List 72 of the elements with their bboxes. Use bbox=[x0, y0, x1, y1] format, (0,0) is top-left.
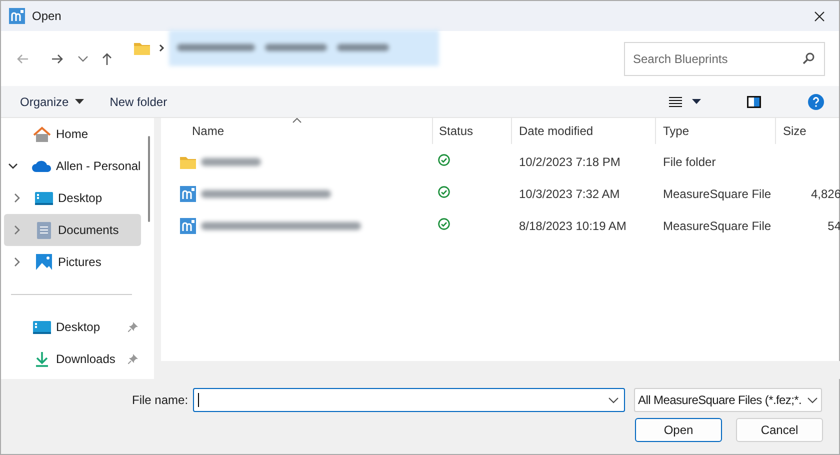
toolbar-button[interactable]: New folder bbox=[110, 92, 168, 110]
file-row[interactable]: 10/2/2023 7:18 PM File folder bbox=[161, 146, 840, 178]
dialog-button[interactable]: Open bbox=[635, 418, 722, 442]
file-icon bbox=[180, 218, 196, 234]
cloud-icon bbox=[32, 160, 52, 172]
app-logo-icon bbox=[9, 8, 25, 24]
document-icon bbox=[37, 222, 51, 238]
column-header[interactable]: Type bbox=[656, 118, 776, 144]
breadcrumb-separator-icon bbox=[159, 44, 165, 52]
sync-check-icon bbox=[438, 186, 450, 198]
chevron-right-icon bbox=[13, 193, 21, 203]
chevron-right-icon bbox=[13, 225, 21, 235]
desktop-icon bbox=[35, 192, 53, 204]
file-type-dropdown[interactable]: All MeasureSquare Files (*.fez;*. bbox=[634, 388, 822, 412]
chevron-down-icon bbox=[608, 397, 620, 404]
sidebar-item-label: Downloads bbox=[56, 351, 116, 368]
dropdown-caret-icon[interactable] bbox=[74, 99, 84, 104]
help-button[interactable] bbox=[808, 94, 824, 110]
sidebar-item[interactable]: Downloads bbox=[4, 343, 141, 375]
sidebar-item-label: Desktop bbox=[56, 319, 102, 336]
file-name-field[interactable] bbox=[193, 388, 626, 412]
toolbar-button[interactable]: Organize bbox=[20, 92, 84, 110]
sidebar-item-label: Home bbox=[56, 126, 90, 143]
date-cell-text: 8/18/2023 10:19 AM bbox=[518, 218, 628, 235]
sidebar-item[interactable]: Home bbox=[4, 118, 141, 150]
up-arrow-button[interactable] bbox=[100, 52, 114, 66]
sidebar-item-label: Allen - Personal bbox=[56, 158, 141, 175]
sidebar-item[interactable]: Allen - Personal bbox=[4, 150, 141, 182]
dropdown-caret-icon[interactable] bbox=[692, 99, 701, 104]
dialog-button[interactable]: Cancel bbox=[736, 418, 823, 442]
download-icon bbox=[34, 351, 50, 367]
chevron-down-icon[interactable] bbox=[807, 396, 818, 404]
scrollbar-thumb[interactable] bbox=[148, 136, 150, 222]
sidebar-item-label: Pictures bbox=[58, 254, 102, 271]
window-title: Open bbox=[32, 8, 62, 25]
sidebar-item[interactable]: Documents bbox=[4, 214, 141, 246]
file-icon bbox=[180, 186, 196, 202]
close-icon[interactable] bbox=[814, 10, 824, 22]
desktop-icon bbox=[33, 320, 51, 334]
folder-icon bbox=[180, 155, 196, 169]
column-header[interactable]: Name bbox=[161, 118, 433, 144]
search-field[interactable]: Search Blueprints bbox=[624, 42, 825, 76]
text-cursor bbox=[198, 393, 200, 407]
sidebar-item[interactable]: Desktop bbox=[4, 182, 141, 214]
list-view-icon[interactable] bbox=[669, 96, 682, 106]
blurred-file-name bbox=[201, 158, 261, 166]
picture-icon bbox=[36, 254, 52, 270]
home-icon bbox=[33, 126, 51, 142]
sidebar-item[interactable]: Desktop bbox=[4, 311, 141, 343]
sidebar-item[interactable]: Pictures bbox=[4, 246, 141, 278]
column-header[interactable]: Status bbox=[433, 118, 512, 144]
column-header[interactable]: Size bbox=[776, 118, 840, 144]
date-cell-text: 10/2/2023 7:18 PM bbox=[518, 154, 622, 171]
sync-check-icon bbox=[438, 218, 450, 230]
sidebar-item-label: Documents bbox=[58, 222, 120, 239]
type-cell-text: MeasureSquare File bbox=[662, 186, 772, 203]
forward-arrow-button[interactable] bbox=[50, 52, 64, 66]
preview-pane-button[interactable] bbox=[747, 96, 761, 108]
view-options-button[interactable] bbox=[669, 96, 701, 106]
blurred-address-path[interactable] bbox=[169, 30, 439, 66]
sync-check-icon bbox=[438, 154, 450, 166]
chevron-down-icon bbox=[8, 162, 18, 170]
date-cell-text: 10/3/2023 7:32 AM bbox=[518, 186, 621, 203]
type-cell-text: File folder bbox=[662, 154, 717, 171]
column-header[interactable]: Date modified bbox=[512, 118, 656, 144]
search-icon bbox=[802, 52, 815, 64]
folder-icon bbox=[134, 40, 150, 54]
sidebar-item-label: Desktop bbox=[58, 190, 104, 207]
type-cell-text: MeasureSquare File bbox=[662, 218, 772, 235]
chevron-right-icon bbox=[13, 257, 21, 267]
file-name-label: File name: bbox=[132, 392, 188, 409]
chevron-down-button[interactable] bbox=[78, 56, 88, 62]
